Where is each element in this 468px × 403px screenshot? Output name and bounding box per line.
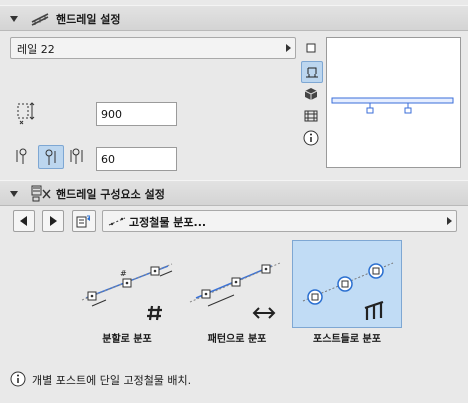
component-list-button[interactable] bbox=[72, 210, 96, 232]
handrail-preview bbox=[326, 37, 461, 168]
elevation-view-button[interactable] bbox=[301, 106, 321, 126]
offset-input[interactable] bbox=[97, 148, 176, 170]
info-icon[interactable] bbox=[301, 128, 321, 148]
section-title: 핸드레일 구성요소 설정 bbox=[56, 188, 165, 201]
height-input[interactable] bbox=[97, 103, 176, 125]
align-left-icon[interactable] bbox=[14, 146, 30, 166]
offset-field[interactable] bbox=[96, 147, 177, 171]
component-dropdown[interactable]: 고정철물 분포... bbox=[102, 210, 457, 232]
previous-button[interactable] bbox=[13, 210, 35, 232]
plan-view-button[interactable] bbox=[301, 38, 321, 58]
3d-view-button[interactable] bbox=[301, 84, 321, 104]
component-value: 고정철물 분포... bbox=[129, 216, 207, 229]
collapse-triangle-icon[interactable] bbox=[10, 191, 18, 197]
height-icon bbox=[16, 100, 36, 126]
collapse-triangle-icon[interactable] bbox=[10, 16, 18, 22]
chevron-right-icon bbox=[447, 217, 452, 225]
section-view-button[interactable] bbox=[301, 61, 323, 83]
align-right-icon[interactable] bbox=[68, 146, 90, 166]
hash-icon bbox=[144, 302, 166, 324]
anchor-distribution-icon bbox=[107, 215, 127, 227]
chevron-right-icon bbox=[286, 44, 291, 52]
component-settings-header[interactable]: 핸드레일 구성요소 설정 bbox=[0, 180, 468, 206]
next-button[interactable] bbox=[42, 210, 64, 232]
height-field[interactable] bbox=[96, 102, 177, 126]
info-icon bbox=[10, 371, 26, 387]
section-title: 핸드레일 설정 bbox=[56, 13, 121, 26]
align-center-button[interactable] bbox=[38, 145, 64, 169]
distribute-by-posts-label: 포스트들로 분포 bbox=[313, 334, 381, 345]
svg-text:#: # bbox=[120, 269, 127, 278]
handrail-settings-header[interactable]: 핸드레일 설정 bbox=[0, 5, 468, 31]
distribute-by-pattern-label: 패턴으로 분포 bbox=[207, 334, 267, 345]
rail-type-dropdown[interactable]: 레일 22 bbox=[10, 37, 296, 59]
info-text: 개별 포스트에 단일 고정철물 배치. bbox=[32, 374, 192, 387]
posts-icon bbox=[362, 298, 386, 322]
handrail-icon bbox=[30, 10, 50, 26]
components-icon bbox=[30, 184, 52, 202]
left-right-arrow-icon bbox=[252, 304, 276, 322]
rail-type-value: 레일 22 bbox=[17, 43, 55, 56]
distribute-by-division-label: 분할로 분포 bbox=[102, 334, 152, 345]
